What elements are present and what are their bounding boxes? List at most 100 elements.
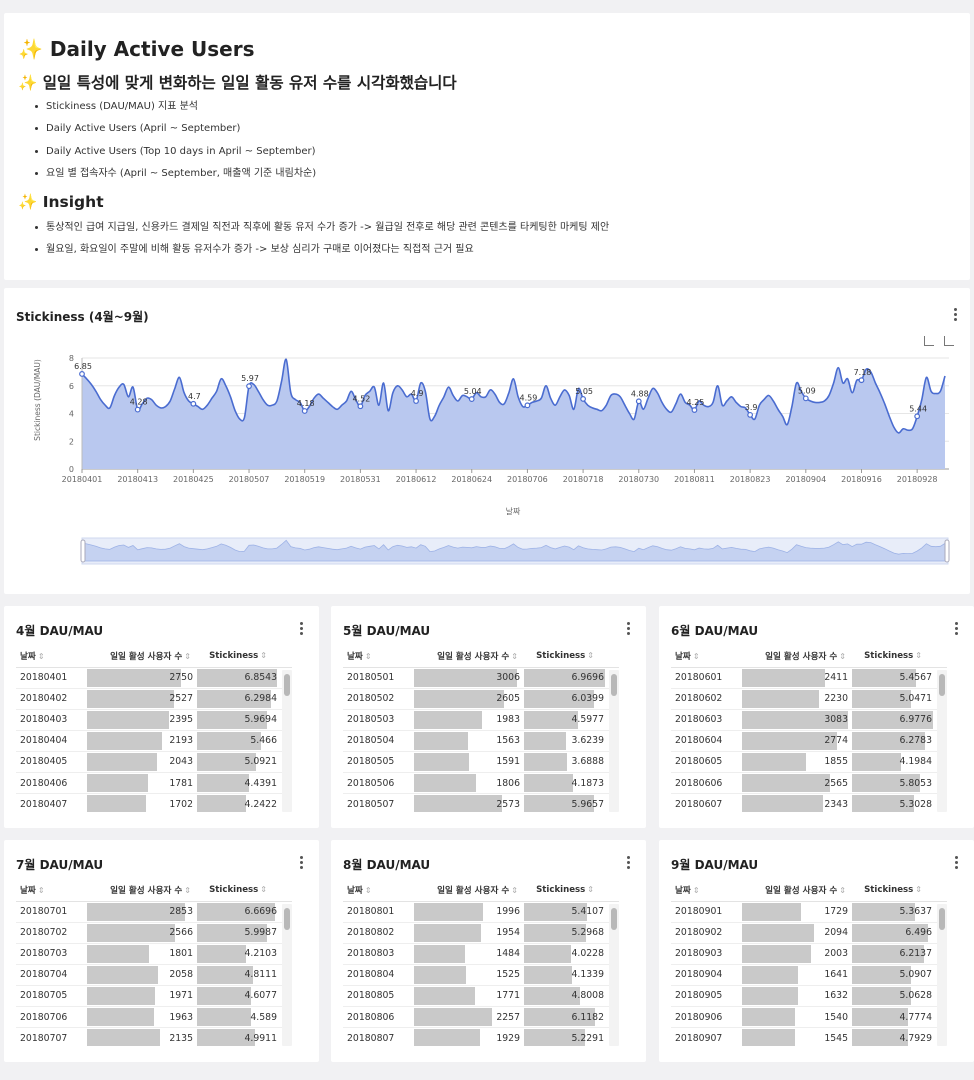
sort-icon[interactable]: ⇕ [260,651,267,660]
table-row[interactable]: 20180607 2343 5.3028 [671,793,947,812]
sort-icon[interactable]: ⇕ [915,651,922,660]
column-header-dau[interactable]: 일일 활성 사용자 수 ⇕ [414,646,524,668]
zoom-handle-left[interactable] [80,539,86,563]
table-scrollbar[interactable] [609,904,619,1046]
sort-icon[interactable]: ⇕ [511,652,518,661]
table-row[interactable]: 20180506 1806 4.1873 [343,772,619,795]
table-row[interactable]: 20180707 2135 4.9911 [16,1027,292,1046]
table-row[interactable]: 20180702 2566 5.9987 [16,922,292,944]
column-header-stickiness[interactable]: Stickiness ⇕ [197,880,281,902]
sort-icon[interactable]: ⇕ [693,652,700,661]
column-header-stickiness[interactable]: Stickiness ⇕ [524,646,608,668]
table-row[interactable]: 20180602 2230 5.0471 [671,688,947,710]
table-row[interactable]: 20180501 3006 6.9696 [343,667,619,689]
column-header-stickiness[interactable]: Stickiness ⇕ [852,880,936,902]
sort-icon[interactable]: ⇕ [38,886,45,895]
table-row[interactable]: 20180507 2573 5.9657 [343,793,619,812]
scroll-thumb[interactable] [611,674,617,696]
table-row[interactable]: 20180904 1641 5.0907 [671,964,947,986]
table-row[interactable]: 20180801 1996 5.4107 [343,901,619,923]
column-header-date[interactable]: 날짜 ⇕ [343,880,414,902]
table-row[interactable]: 20180606 2565 5.8053 [671,772,947,795]
sort-icon[interactable]: ⇕ [365,886,372,895]
column-header-stickiness[interactable]: Stickiness ⇕ [197,646,281,668]
table-row[interactable]: 20180503 1983 4.5977 [343,709,619,731]
column-header-date[interactable]: 날짜 ⇕ [16,646,87,668]
column-header-dau[interactable]: 일일 활성 사용자 수 ⇕ [742,646,852,668]
more-options-icon[interactable] [627,622,631,636]
table-viewport[interactable]: 날짜 ⇕ 일일 활성 사용자 수 ⇕ Stickiness ⇕ 20180801 1996 5.… [343,880,619,1046]
table-row[interactable]: 20180905 1632 5.0628 [671,985,947,1007]
table-row[interactable]: 20180604 2774 6.2783 [671,730,947,752]
table-scrollbar[interactable] [282,670,292,812]
table-row[interactable]: 20180504 1563 3.6239 [343,730,619,752]
sort-icon[interactable]: ⇕ [511,886,518,895]
table-scrollbar[interactable] [609,670,619,812]
table-row[interactable]: 20180907 1545 4.7929 [671,1027,947,1046]
table-row[interactable]: 20180807 1929 5.2291 [343,1027,619,1046]
table-row[interactable]: 20180804 1525 4.1339 [343,964,619,986]
scroll-thumb[interactable] [939,674,945,696]
table-scrollbar[interactable] [282,904,292,1046]
sort-icon[interactable]: ⇕ [915,885,922,894]
column-header-date[interactable]: 날짜 ⇕ [671,880,742,902]
column-header-date[interactable]: 날짜 ⇕ [671,646,742,668]
table-viewport[interactable]: 날짜 ⇕ 일일 활성 사용자 수 ⇕ Stickiness ⇕ 20180901 1729 5.… [671,880,947,1046]
column-header-dau[interactable]: 일일 활성 사용자 수 ⇕ [87,646,197,668]
more-options-icon[interactable] [627,856,631,870]
column-header-stickiness[interactable]: Stickiness ⇕ [524,880,608,902]
table-row[interactable]: 20180404 2193 5.466 [16,730,292,752]
table-row[interactable]: 20180802 1954 5.2968 [343,922,619,944]
table-row[interactable]: 20180906 1540 4.7774 [671,1006,947,1029]
zoom-handle-right[interactable] [944,539,950,563]
column-header-date[interactable]: 날짜 ⇕ [16,880,87,902]
sort-icon[interactable]: ⇕ [587,651,594,660]
scroll-thumb[interactable] [284,674,290,696]
table-row[interactable]: 20180402 2527 6.2984 [16,688,292,710]
table-row[interactable]: 20180407 1702 4.2422 [16,793,292,812]
table-row[interactable]: 20180903 2003 6.2137 [671,943,947,965]
table-row[interactable]: 20180803 1484 4.0228 [343,943,619,965]
table-viewport[interactable]: 날짜 ⇕ 일일 활성 사용자 수 ⇕ Stickiness ⇕ 20180601 2411 5.… [671,646,947,812]
column-header-dau[interactable]: 일일 활성 사용자 수 ⇕ [87,880,197,902]
table-row[interactable]: 20180805 1771 4.8008 [343,985,619,1007]
table-row[interactable]: 20180901 1729 5.3637 [671,901,947,923]
table-row[interactable]: 20180601 2411 5.4567 [671,667,947,689]
table-row[interactable]: 20180406 1781 4.4391 [16,772,292,795]
table-viewport[interactable]: 날짜 ⇕ 일일 활성 사용자 수 ⇕ Stickiness ⇕ 20180701 2853 6.… [16,880,292,1046]
sort-icon[interactable]: ⇕ [587,885,594,894]
table-row[interactable]: 20180403 2395 5.9694 [16,709,292,731]
table-row[interactable]: 20180701 2853 6.6696 [16,901,292,923]
table-viewport[interactable]: 날짜 ⇕ 일일 활성 사용자 수 ⇕ Stickiness ⇕ 20180501 3006 6.… [343,646,619,812]
more-options-icon[interactable] [955,622,959,636]
table-row[interactable]: 20180704 2058 4.8111 [16,964,292,986]
column-header-date[interactable]: 날짜 ⇕ [343,646,414,668]
table-scrollbar[interactable] [937,670,947,812]
table-row[interactable]: 20180405 2043 5.0921 [16,751,292,773]
more-options-icon[interactable] [300,622,304,636]
scroll-thumb[interactable] [939,908,945,930]
column-header-dau[interactable]: 일일 활성 사용자 수 ⇕ [742,880,852,902]
sort-icon[interactable]: ⇕ [38,652,45,661]
table-row[interactable]: 20180706 1963 4.589 [16,1006,292,1029]
scroll-thumb[interactable] [611,908,617,930]
scroll-thumb[interactable] [284,908,290,930]
table-row[interactable]: 20180703 1801 4.2103 [16,943,292,965]
table-row[interactable]: 20180401 2750 6.8543 [16,667,292,689]
sort-icon[interactable]: ⇕ [260,885,267,894]
more-options-icon[interactable] [955,856,959,870]
column-header-dau[interactable]: 일일 활성 사용자 수 ⇕ [414,880,524,902]
table-row[interactable]: 20180603 3083 6.9776 [671,709,947,731]
more-options-icon[interactable] [300,856,304,870]
table-row[interactable]: 20180502 2605 6.0399 [343,688,619,710]
sort-icon[interactable]: ⇕ [365,652,372,661]
table-row[interactable]: 20180902 2094 6.496 [671,922,947,944]
sort-icon[interactable]: ⇕ [839,652,846,661]
table-scrollbar[interactable] [937,904,947,1046]
table-row[interactable]: 20180705 1971 4.6077 [16,985,292,1007]
table-row[interactable]: 20180505 1591 3.6888 [343,751,619,773]
table-row[interactable]: 20180605 1855 4.1984 [671,751,947,773]
sort-icon[interactable]: ⇕ [184,886,191,895]
sort-icon[interactable]: ⇕ [839,886,846,895]
sort-icon[interactable]: ⇕ [184,652,191,661]
